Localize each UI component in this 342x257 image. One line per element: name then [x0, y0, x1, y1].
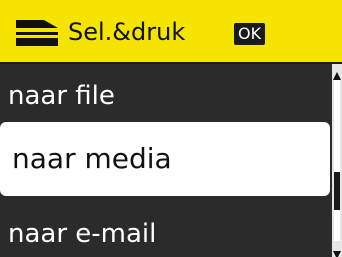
ok-button[interactable]: OK: [234, 23, 266, 45]
scroll-track[interactable]: [334, 80, 340, 241]
scrollbar[interactable]: [332, 64, 342, 257]
page-title: Sel.&druk: [68, 18, 186, 46]
header-bar: Sel.&druk OK: [0, 0, 342, 64]
menu-item-naar-media[interactable]: naar media: [0, 122, 330, 196]
scroll-down-icon[interactable]: [333, 245, 341, 257]
screen: Sel.&druk OK naar file naar media naar e…: [0, 0, 342, 257]
scan-icon: [12, 18, 62, 48]
scroll-up-icon[interactable]: [333, 66, 341, 80]
menu-list: naar file naar media naar e-mail: [0, 64, 330, 257]
menu-item-naar-file[interactable]: naar file: [0, 71, 330, 121]
menu-item-naar-email[interactable]: naar e-mail: [0, 211, 330, 257]
scroll-thumb[interactable]: [334, 172, 340, 210]
